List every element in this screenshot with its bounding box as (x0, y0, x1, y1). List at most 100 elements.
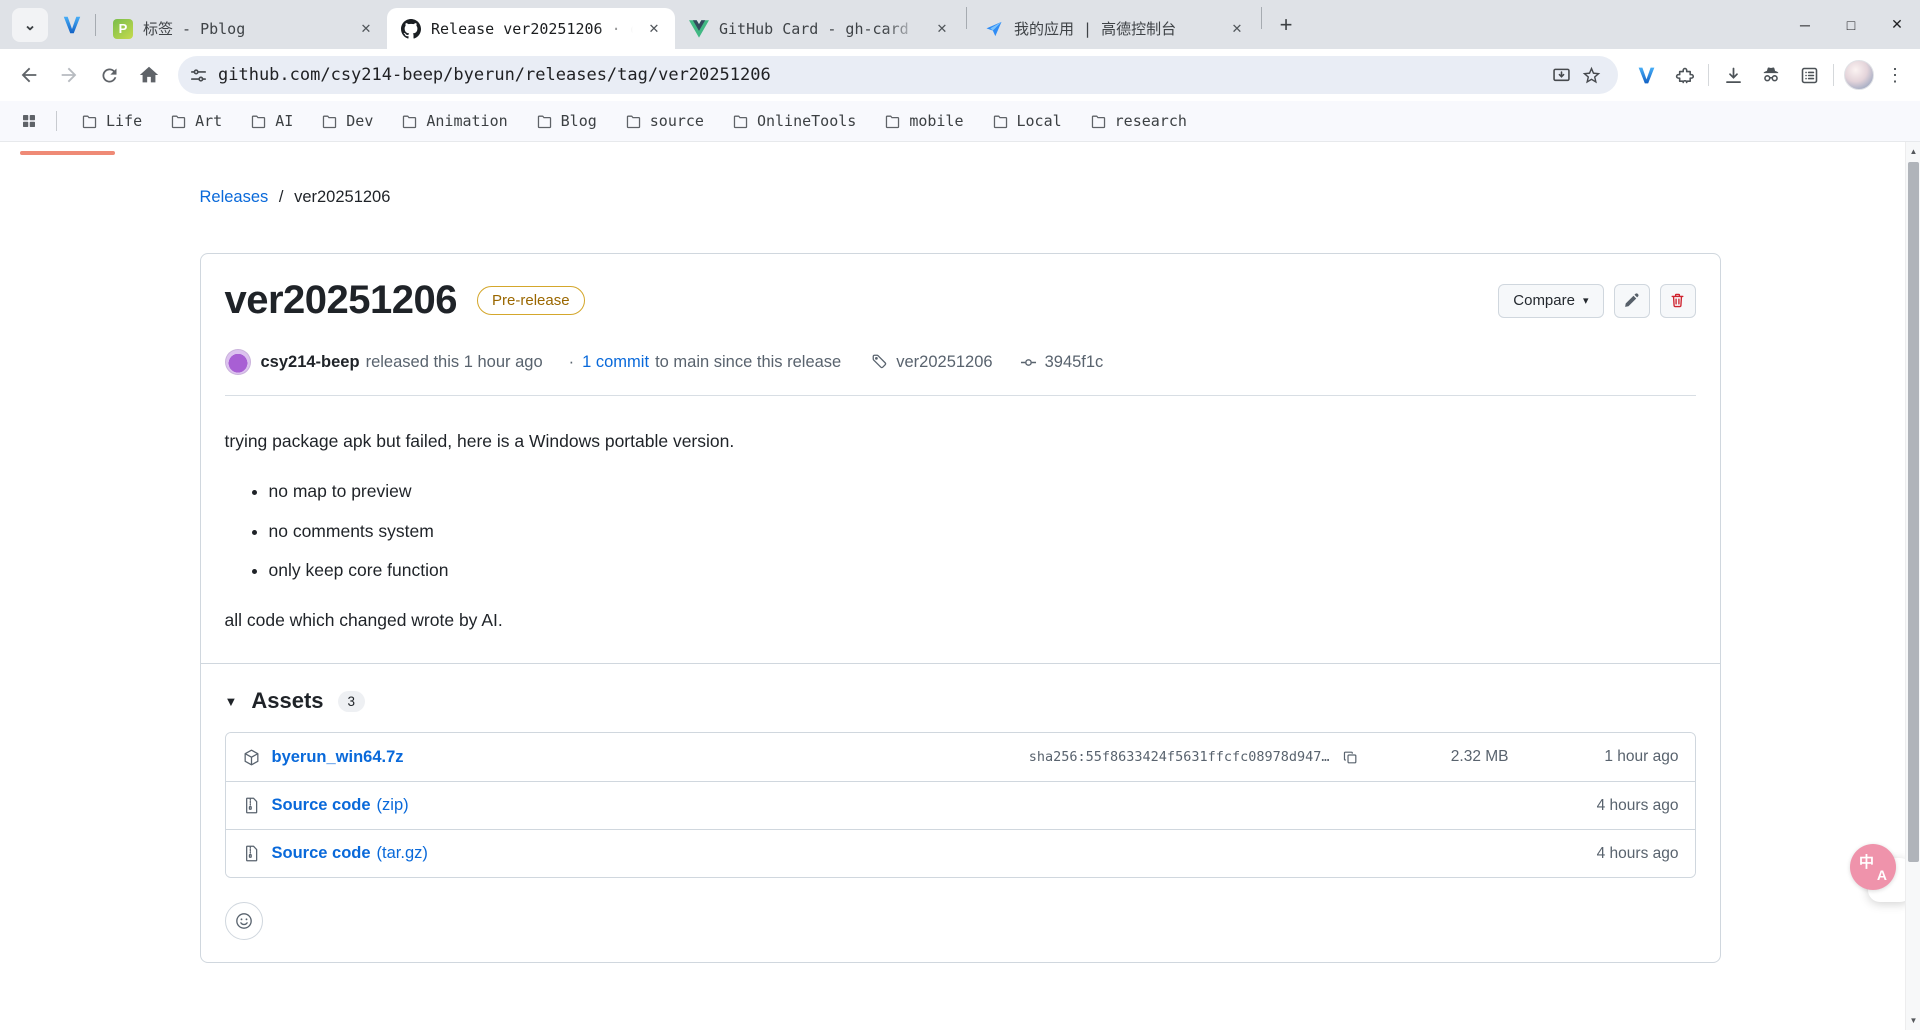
author-name[interactable]: csy214-beep (261, 353, 360, 372)
asset-size: 2.32 MB (1359, 748, 1509, 766)
close-window-button[interactable]: ✕ (1874, 0, 1920, 49)
add-reaction-button[interactable] (225, 902, 263, 940)
bookmark-folder-source[interactable]: source (617, 108, 712, 134)
bookmark-label: AI (275, 112, 293, 130)
bookmark-folder-animation[interactable]: Animation (393, 108, 515, 134)
page-viewport: Releases / ver20251206 ver20251206 Pre-r… (0, 142, 1920, 1030)
tag-name: ver20251206 (896, 353, 992, 372)
tab-title: 我的应用 | 高德控制台 (1014, 18, 1216, 39)
release-footnote: all code which changed wrote by AI. (225, 607, 1696, 633)
folder-icon (1090, 113, 1107, 130)
commit-sha[interactable]: 3945f1c (1045, 353, 1104, 372)
tab-separator (95, 14, 96, 36)
close-icon[interactable]: ✕ (931, 18, 953, 40)
tab-pblog[interactable]: P 标签 - Pblog ✕ (99, 8, 387, 49)
tab-gh-card[interactable]: GitHub Card - gh-card ✕ (675, 8, 963, 49)
address-bar[interactable]: github.com/csy214-beep/byerun/releases/t… (178, 56, 1618, 94)
forward-icon (58, 64, 80, 86)
scrollbar[interactable]: ▲ ▼ (1905, 142, 1920, 1030)
bookmark-label: Life (106, 112, 142, 130)
toolbar-separator (1708, 64, 1709, 86)
reload-icon (99, 65, 120, 86)
commits-link[interactable]: 1 commit (582, 353, 649, 372)
compare-button[interactable]: Compare ▾ (1498, 284, 1603, 318)
delete-release-button[interactable] (1660, 284, 1696, 318)
release-description: trying package apk but failed, here is a… (225, 428, 1696, 454)
author-avatar[interactable] (225, 349, 251, 375)
bookmark-folder-mobile[interactable]: mobile (876, 108, 971, 134)
amap-favicon (984, 19, 1004, 39)
asset-suffix[interactable]: (zip) (377, 796, 409, 815)
close-icon[interactable]: ✕ (643, 18, 665, 40)
v-extension-button[interactable] (1628, 57, 1664, 93)
url-text[interactable]: github.com/csy214-beep/byerun/releases/t… (218, 65, 1546, 85)
extensions-button[interactable] (1666, 57, 1702, 93)
translate-fab-wrap: 中 A (1850, 844, 1912, 906)
assets-heading[interactable]: Assets (251, 688, 323, 714)
maximize-button[interactable]: □ (1828, 0, 1874, 49)
close-icon[interactable]: ✕ (355, 18, 377, 40)
proxy-extension-button[interactable] (1753, 57, 1789, 93)
folder-icon (250, 113, 267, 130)
install-app-button[interactable] (1546, 60, 1576, 90)
minimize-button[interactable]: ─ (1782, 0, 1828, 49)
folder-icon (170, 113, 187, 130)
scrollbar-thumb[interactable] (1908, 162, 1919, 862)
close-icon[interactable]: ✕ (1226, 18, 1248, 40)
forward-button[interactable] (50, 56, 88, 94)
bookmark-folder-ai[interactable]: AI (242, 108, 301, 134)
asset-age: 1 hour ago (1509, 748, 1679, 766)
bookmark-folder-dev[interactable]: Dev (313, 108, 381, 134)
tab-release-active[interactable]: Release ver20251206 · c ✕ (387, 8, 675, 49)
edit-release-button[interactable] (1614, 284, 1650, 318)
caret-down-icon: ▾ (1583, 294, 1589, 307)
sha-text[interactable]: sha256:55f8633424f5631ffcfc08978d947… (1029, 749, 1330, 765)
bookmark-folder-research[interactable]: research (1082, 108, 1195, 134)
breadcrumb-releases-link[interactable]: Releases (200, 188, 269, 206)
asset-download-link[interactable]: Source code (272, 844, 371, 863)
tab-search-button[interactable]: ⌄ (12, 8, 48, 42)
new-tab-button[interactable]: + (1269, 8, 1303, 42)
install-icon (1551, 65, 1572, 86)
bookmark-star-button[interactable] (1576, 60, 1606, 90)
bookmark-folder-onlinetools[interactable]: OnlineTools (724, 108, 864, 134)
released-text: released this 1 hour ago (366, 353, 543, 372)
home-button[interactable] (130, 56, 168, 94)
scroll-up-arrow[interactable]: ▲ (1906, 144, 1920, 159)
asset-download-link[interactable]: byerun_win64.7z (272, 748, 404, 767)
pinned-tab-v[interactable] (52, 14, 92, 36)
bookmark-label: Art (195, 112, 222, 130)
scroll-down-arrow[interactable]: ▼ (1906, 1013, 1920, 1028)
downloads-button[interactable] (1715, 57, 1751, 93)
bookmark-folder-art[interactable]: Art (162, 108, 230, 134)
asset-row-binary: byerun_win64.7z sha256:55f8633424f5631ff… (226, 733, 1695, 781)
tab-amap[interactable]: 我的应用 | 高德控制台 ✕ (970, 8, 1258, 49)
apps-grid-button[interactable] (14, 106, 44, 136)
tag-icon (871, 353, 889, 371)
smiley-icon (234, 911, 254, 931)
commit-icon (1019, 353, 1038, 372)
breadcrumb: Releases / ver20251206 (200, 188, 1721, 207)
release-title: ver20251206 (225, 278, 458, 323)
asset-download-link[interactable]: Source code (272, 796, 371, 815)
caret-down-icon[interactable]: ▼ (225, 694, 238, 709)
browser-menu-button[interactable]: ⋮ (1880, 57, 1910, 93)
pencil-icon (1623, 292, 1640, 309)
copy-icon[interactable] (1342, 749, 1359, 766)
site-info-button[interactable] (182, 59, 214, 91)
back-button[interactable] (10, 56, 48, 94)
profile-avatar[interactable] (1844, 60, 1874, 90)
release-meta-row: csy214-beep released this 1 hour ago · 1… (225, 349, 1696, 375)
asset-row-source-zip: Source code (zip) 4 hours ago (226, 781, 1695, 829)
bookmark-folder-local[interactable]: Local (984, 108, 1070, 134)
reload-button[interactable] (90, 56, 128, 94)
notes-extension-button[interactable] (1791, 57, 1827, 93)
list-icon (1799, 65, 1820, 86)
v-logo-icon (61, 14, 83, 36)
bookmark-folder-life[interactable]: Life (73, 108, 150, 134)
bookmark-folder-blog[interactable]: Blog (528, 108, 605, 134)
bullet-item: only keep core function (269, 557, 1696, 583)
v-logo-icon (1636, 65, 1657, 86)
asset-suffix[interactable]: (tar.gz) (377, 844, 428, 863)
translate-button[interactable]: 中 A (1850, 844, 1896, 890)
